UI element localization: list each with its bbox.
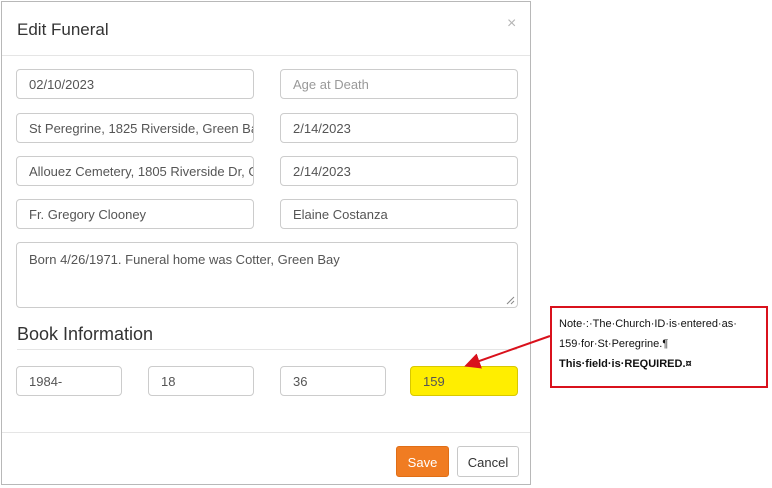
book-information-heading: Book Information	[17, 324, 154, 344]
annotation-line-2: 159·for·St·Peregrine.¶	[559, 338, 669, 350]
entry-field[interactable]: 36	[280, 366, 386, 396]
burial-date-field[interactable]: 2/14/2023	[280, 156, 518, 186]
cemetery-field[interactable]: Allouez Cemetery, 1805 Riverside Dr, G	[16, 156, 254, 186]
contact-field[interactable]: Elaine Costanza	[280, 199, 518, 229]
edit-funeral-modal: Edit Funeral × 02/10/2023 Age at Death S…	[1, 1, 531, 485]
church-field[interactable]: St Peregrine, 1825 Riverside, Green Ba	[16, 113, 254, 143]
church-id-field[interactable]: 159	[410, 366, 518, 396]
modal-footer-divider	[2, 432, 530, 433]
annotation-line-1: Note·:·The·Church·ID·is·entered·as·	[559, 318, 737, 330]
save-button[interactable]: Save	[396, 446, 449, 477]
annotation-callout: Note·:·The·Church·ID·is·entered·as· 159·…	[550, 306, 768, 388]
annotation-line-3: This·field·is·REQUIRED.¤	[559, 358, 692, 370]
church-date-field[interactable]: 2/14/2023	[280, 113, 518, 143]
age-at-death-field[interactable]: Age at Death	[280, 69, 518, 99]
notes-text: Born 4/26/1971. Funeral home was Cotter,…	[29, 252, 340, 267]
modal-title: Edit Funeral	[17, 20, 109, 39]
cancel-button[interactable]: Cancel	[457, 446, 519, 477]
section-divider	[17, 349, 517, 350]
modal-header: Edit Funeral ×	[2, 2, 530, 56]
resize-grip-icon[interactable]	[506, 296, 515, 305]
notes-textarea[interactable]: Born 4/26/1971. Funeral home was Cotter,…	[16, 242, 518, 308]
book-field[interactable]: 1984-	[16, 366, 122, 396]
page-field[interactable]: 18	[148, 366, 254, 396]
close-icon[interactable]: ×	[507, 15, 516, 33]
date-of-death-field[interactable]: 02/10/2023	[16, 69, 254, 99]
celebrant-field[interactable]: Fr. Gregory Clooney	[16, 199, 254, 229]
